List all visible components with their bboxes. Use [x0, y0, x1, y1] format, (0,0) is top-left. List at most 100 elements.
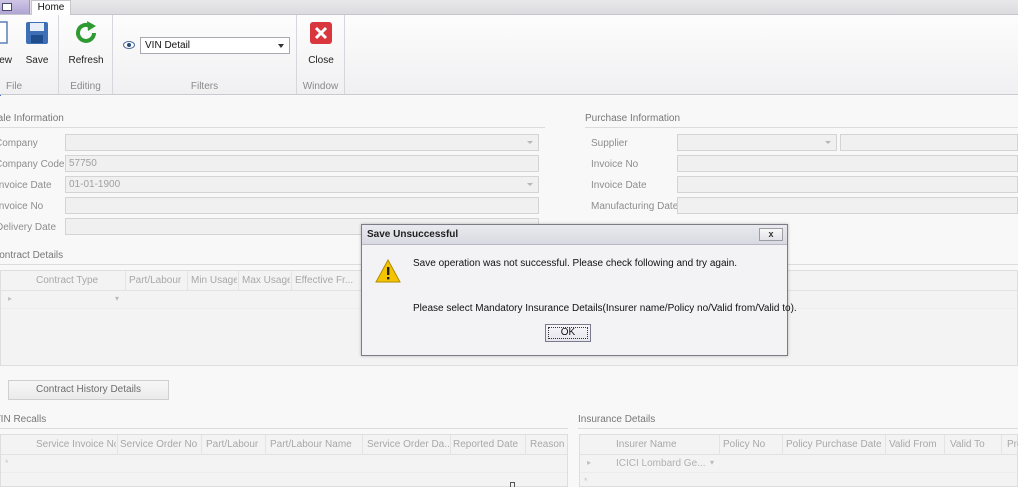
supplier-label: Supplier	[591, 138, 628, 149]
chevron-down-icon	[825, 141, 831, 144]
dialog-title-bar: Save Unsuccessful x	[362, 225, 787, 245]
purchase-info-title: Purchase Information	[585, 113, 681, 124]
column-separator	[187, 271, 188, 291]
supplier-name-field[interactable]	[840, 134, 1018, 151]
insurance-col-premium[interactable]: Pre	[1007, 439, 1018, 450]
new-row-asterisk-icon: *	[5, 458, 9, 468]
recalls-grid-new-row[interactable]: *	[1, 455, 567, 473]
recalls-col-reason[interactable]: Reason	[530, 439, 566, 450]
dialog-message-primary: Save operation was not successful. Pleas…	[413, 258, 738, 269]
dialog-ok-button[interactable]: OK	[545, 324, 591, 342]
contract-history-button[interactable]: Contract History Details	[8, 380, 169, 400]
vin-recalls-divider	[0, 428, 568, 429]
insurance-col-policy-purchase-date[interactable]: Policy Purchase Date	[786, 439, 886, 450]
mouse-cursor	[510, 482, 515, 487]
purchase-info-divider	[585, 127, 1018, 128]
recalls-col-reported-date[interactable]: Reported Date	[453, 439, 523, 450]
save-button[interactable]: Save	[17, 20, 57, 66]
group-label-filters: Filters	[190, 81, 219, 92]
insurance-grid-header: Insurer Name Policy No Policy Purchase D…	[580, 435, 1018, 455]
insurance-details-divider	[578, 428, 1018, 429]
ribbon-tab-bar: Home	[0, 0, 1018, 16]
refresh-button-label: Refresh	[68, 55, 104, 66]
invoice-no-field[interactable]	[65, 197, 539, 214]
filter-combo[interactable]: VIN Detail	[140, 37, 290, 54]
chevron-down-icon[interactable]: ▾	[115, 294, 119, 303]
insurance-grid-row[interactable]: ▸ ICICI Lombard Ge... ▾	[580, 455, 1017, 473]
sale-info-title: Sale Information	[0, 113, 64, 124]
column-separator	[525, 435, 526, 455]
column-separator	[265, 435, 266, 455]
chevron-down-icon[interactable]: ▾	[710, 458, 714, 467]
contract-col-part-labour[interactable]: Part/Labour	[129, 275, 185, 286]
company-code-label: Company Code	[0, 159, 65, 170]
dialog-title: Save Unsuccessful	[367, 229, 459, 240]
recalls-col-part-labour-name[interactable]: Part/Labour Name	[270, 439, 360, 450]
company-code-field[interactable]: 57750	[65, 155, 539, 172]
delivery-date-label: Delivery Date	[0, 222, 57, 233]
tab-home[interactable]: Home	[31, 0, 71, 16]
insurance-grid[interactable]: Insurer Name Policy No Policy Purchase D…	[579, 434, 1018, 487]
column-separator	[238, 271, 239, 291]
purchase-invoice-no-field[interactable]	[677, 155, 1018, 172]
refresh-icon	[76, 21, 96, 43]
supplier-select[interactable]	[677, 134, 837, 151]
invoice-no-label: Invoice No	[0, 201, 44, 212]
sale-info-divider	[0, 127, 545, 128]
column-separator	[117, 435, 118, 455]
group-label-editing: Editing	[70, 81, 101, 92]
new-button[interactable]: New	[0, 20, 12, 69]
recalls-col-service-order-no[interactable]: Service Order No	[120, 439, 200, 450]
column-separator	[1001, 435, 1002, 455]
dialog-close-button[interactable]: x	[759, 228, 783, 241]
column-separator	[450, 435, 451, 455]
insurance-row1-insurer[interactable]: ICICI Lombard Ge...	[616, 458, 706, 469]
invoice-date-picker[interactable]: 01-01-1900	[65, 176, 539, 193]
close-button-label: Close	[308, 55, 334, 66]
chevron-down-icon	[527, 141, 533, 144]
contract-col-min-usage[interactable]: Min Usage	[191, 275, 237, 286]
contract-col-effective-from[interactable]: Effective Fr...	[295, 275, 359, 286]
ribbon-group-filters: Filters	[113, 15, 297, 94]
purchase-invoice-no-label: Invoice No	[591, 159, 639, 170]
application-menu-button[interactable]	[0, 0, 30, 14]
purchase-invoice-date-field[interactable]	[677, 176, 1018, 193]
insurance-grid-new-row[interactable]: *	[580, 473, 1017, 487]
insurance-col-insurer-name[interactable]: Insurer Name	[616, 439, 716, 450]
dialog-message-detail: Please select Mandatory Insurance Detail…	[413, 303, 797, 314]
recalls-grid[interactable]: Service Invoice No Service Order No Part…	[0, 434, 568, 487]
recalls-col-part-labour[interactable]: Part/Labour	[206, 439, 264, 450]
insurance-col-valid-to[interactable]: Valid To	[950, 439, 998, 450]
new-row-asterisk-icon: *	[584, 476, 588, 486]
new-button-label: New	[0, 55, 12, 66]
floppy-disk-icon	[26, 22, 48, 44]
close-icon	[310, 22, 332, 44]
contract-col-type[interactable]: Contract Type	[36, 275, 121, 286]
contract-col-max-usage[interactable]: Max Usage	[242, 275, 290, 286]
recalls-col-service-order-date[interactable]: Service Order Da...	[367, 439, 449, 450]
app-menu-icon	[2, 3, 12, 11]
insurance-col-valid-from[interactable]: Valid From	[889, 439, 943, 450]
manufacturing-date-field[interactable]	[677, 197, 1018, 214]
recalls-grid-header: Service Invoice No Service Order No Part…	[1, 435, 567, 455]
close-button[interactable]: Close	[301, 20, 341, 66]
warning-icon	[375, 259, 401, 283]
invoice-date-value: 01-01-1900	[69, 179, 121, 190]
group-label-file: File	[6, 81, 23, 92]
column-separator	[362, 435, 363, 455]
save-button-label: Save	[25, 55, 49, 66]
company-select[interactable]	[65, 134, 539, 151]
insurance-col-policy-no[interactable]: Policy No	[723, 439, 781, 450]
eye-icon	[123, 41, 135, 49]
column-separator	[885, 435, 886, 455]
ribbon-group-window: Close Window	[297, 15, 345, 94]
refresh-button[interactable]: Refresh	[66, 20, 106, 66]
chevron-down-icon	[278, 44, 284, 48]
column-separator	[201, 435, 202, 455]
column-separator	[125, 271, 126, 291]
filter-combo-value: VIN Detail	[145, 40, 191, 51]
column-separator	[782, 435, 783, 455]
group-label-window: Window	[302, 81, 339, 92]
recalls-col-service-invoice-no[interactable]: Service Invoice No	[36, 439, 116, 450]
ribbon-group-file: New Save File	[0, 15, 59, 94]
